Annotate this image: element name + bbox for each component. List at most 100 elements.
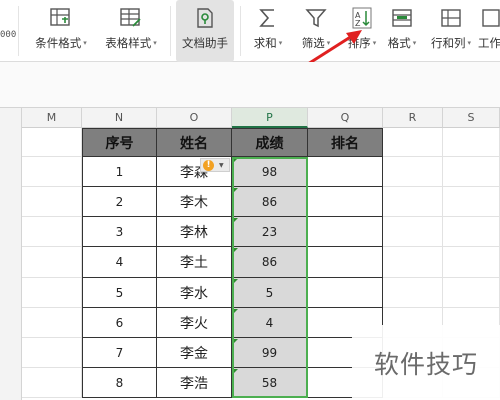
ribbon-separator — [170, 6, 171, 56]
header-cell-score[interactable]: 成绩 — [232, 128, 308, 157]
cell-name[interactable]: 李火 — [157, 308, 232, 338]
grid-cell[interactable] — [22, 308, 82, 338]
cell-name[interactable]: 李木 — [157, 187, 232, 217]
ribbon-edge-text: 000 — [0, 30, 17, 40]
document-assistant-label: 文档助手 — [182, 36, 228, 50]
table-style-button[interactable]: 表格样式 ▾ — [98, 0, 164, 62]
grid-cell[interactable] — [22, 128, 82, 157]
cell-error-indicator-icon — [233, 188, 238, 193]
cell-number[interactable]: 7 — [82, 338, 157, 368]
row-header-gutter — [0, 108, 22, 400]
cell-rank[interactable] — [308, 217, 383, 247]
cell-name[interactable]: 李金 — [157, 338, 232, 368]
cell-error-indicator-icon — [233, 218, 238, 223]
rows-columns-label: 行和列 — [430, 36, 466, 50]
grid-cell[interactable] — [383, 187, 443, 217]
conditional-format-button[interactable]: 条件格式 ▾ — [30, 0, 92, 62]
cell-rank[interactable] — [308, 247, 383, 278]
ribbon-toolbar: 000 条件格式 ▾ 表格样式 ▾ 文档助手 求和 ▾ 筛选 ▾ A Z 排序 … — [0, 0, 500, 62]
table-style-label: 表格样式 — [105, 36, 152, 50]
watermark-text: 软件技巧 — [352, 325, 500, 400]
cell-score[interactable]: 4 — [232, 308, 308, 338]
cell-score[interactable]: 23 — [232, 217, 308, 247]
grid-cell[interactable] — [443, 247, 500, 278]
grid-cell[interactable] — [383, 157, 443, 187]
error-check-smart-tag[interactable]: ! ▼ — [200, 158, 230, 172]
cell-score[interactable]: 98 — [232, 157, 308, 187]
sum-icon — [255, 6, 281, 30]
worksheet-label: 工作 — [478, 36, 500, 50]
header-cell-number[interactable]: 序号 — [82, 128, 157, 157]
grid-cell[interactable] — [22, 187, 82, 217]
rows-columns-button[interactable]: 行和列 ▾ — [426, 0, 476, 62]
grid-cell[interactable] — [383, 217, 443, 247]
grid-cell[interactable] — [443, 157, 500, 187]
cell-score[interactable]: 86 — [232, 247, 308, 278]
cell-rank[interactable] — [308, 278, 383, 308]
document-assistant-button[interactable]: 文档助手 — [176, 0, 234, 62]
grid-cell[interactable] — [22, 247, 82, 278]
cell-number[interactable]: 3 — [82, 217, 157, 247]
cell-score[interactable]: 86 — [232, 187, 308, 217]
conditional-format-icon — [48, 6, 74, 30]
cell-name[interactable]: 李浩 — [157, 368, 232, 398]
worksheet-button[interactable]: 工作 — [478, 0, 500, 62]
column-header-o[interactable]: O — [157, 108, 232, 128]
grid-cell[interactable] — [22, 368, 82, 398]
format-label: 格式 — [387, 36, 411, 50]
cell-score[interactable]: 58 — [232, 368, 308, 398]
grid-cell[interactable] — [22, 338, 82, 368]
cell-error-indicator-icon — [233, 369, 238, 374]
grid-cell[interactable] — [443, 187, 500, 217]
header-cell-rank[interactable]: 排名 — [308, 128, 383, 157]
cell-number[interactable]: 4 — [82, 247, 157, 278]
column-header-m[interactable]: M — [22, 108, 82, 128]
conditional-format-label: 条件格式 — [35, 36, 82, 50]
format-button[interactable]: 格式 ▾ — [382, 0, 422, 62]
grid-cell[interactable] — [443, 278, 500, 308]
chevron-down-icon: ▾ — [412, 39, 417, 47]
grid-cell[interactable] — [22, 278, 82, 308]
column-header-s[interactable]: S — [443, 108, 500, 128]
cell-score[interactable]: 99 — [232, 338, 308, 368]
cell-error-indicator-icon — [233, 339, 238, 344]
header-cell-name[interactable]: 姓名 — [157, 128, 232, 157]
column-header-q[interactable]: Q — [308, 108, 383, 128]
cell-name[interactable]: 李土 — [157, 247, 232, 278]
cell-number[interactable]: 1 — [82, 157, 157, 187]
cell-error-indicator-icon — [233, 309, 238, 314]
ribbon-separator — [18, 6, 19, 56]
cell-rank[interactable] — [308, 157, 383, 187]
warning-icon: ! — [203, 159, 214, 171]
sum-button[interactable]: 求和 ▾ — [246, 0, 290, 62]
column-header-p[interactable]: P — [232, 108, 308, 128]
cell-rank[interactable] — [308, 187, 383, 217]
cell-number[interactable]: 5 — [82, 278, 157, 308]
cell-score[interactable]: 5 — [232, 278, 308, 308]
column-header-r[interactable]: R — [383, 108, 443, 128]
cell-error-indicator-icon — [233, 279, 238, 284]
grid-cell[interactable] — [22, 157, 82, 187]
grid-cell[interactable] — [443, 128, 500, 157]
cell-number[interactable]: 8 — [82, 368, 157, 398]
cell-name[interactable]: 李水 — [157, 278, 232, 308]
chevron-down-icon: ▾ — [278, 39, 283, 47]
cell-number[interactable]: 2 — [82, 187, 157, 217]
sum-label: 求和 — [253, 36, 277, 50]
ribbon-separator — [240, 6, 241, 56]
grid-cell[interactable] — [22, 217, 82, 247]
grid-cell[interactable] — [383, 128, 443, 157]
cell-error-indicator-icon — [233, 158, 238, 163]
chevron-down-icon: ▾ — [153, 39, 157, 47]
grid-cell[interactable] — [383, 278, 443, 308]
grid-cell[interactable] — [383, 247, 443, 278]
column-header-n[interactable]: N — [82, 108, 157, 128]
cell-name[interactable]: 李林 — [157, 217, 232, 247]
grid-cell[interactable] — [443, 217, 500, 247]
rows-columns-icon — [438, 6, 464, 30]
chevron-down-icon: ▼ — [219, 161, 224, 169]
cell-error-indicator-icon — [233, 248, 238, 253]
formula-bar-area[interactable] — [0, 62, 500, 108]
cell-number[interactable]: 6 — [82, 308, 157, 338]
chevron-down-icon: ▾ — [467, 39, 471, 47]
